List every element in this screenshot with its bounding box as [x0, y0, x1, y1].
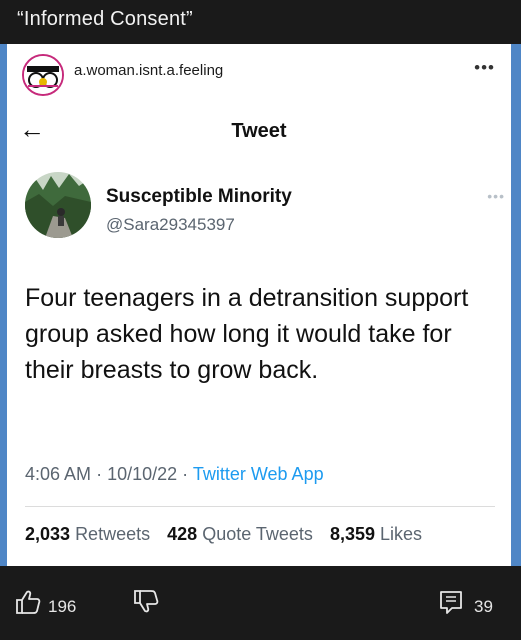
more-options-icon[interactable]: •••: [474, 58, 495, 78]
tweet-meta: 4:06 AM · 10/10/22 · Twitter Web App: [25, 464, 324, 485]
profile-photo-icon: [25, 172, 91, 238]
tweet-page-title: Tweet: [231, 120, 287, 142]
post-title: “Informed Consent”: [17, 8, 193, 30]
meta-separator: ·: [96, 464, 103, 484]
tweet-avatar[interactable]: [25, 172, 91, 238]
tweet-more-icon[interactable]: •••: [487, 188, 505, 204]
post-title-bar: “Informed Consent”: [0, 0, 521, 44]
quotes-stat[interactable]: 428 Quote Tweets: [167, 524, 319, 544]
thumbs-down-icon: [134, 590, 159, 613]
quotes-label: Quote Tweets: [202, 524, 313, 544]
display-name[interactable]: Susceptible Minority: [106, 186, 292, 208]
tweet-stats: 2,033 Retweets 428 Quote Tweets 8,359 Li…: [25, 524, 434, 545]
retweets-label: Retweets: [75, 524, 151, 544]
thumbs-up-icon: [16, 590, 41, 614]
tweet-text: Four teenagers in a detransition support…: [25, 284, 469, 384]
username[interactable]: @Sara29345397: [106, 215, 235, 235]
tweet-header: ← Tweet: [7, 106, 511, 152]
likes-stat[interactable]: 8,359 Likes: [330, 524, 428, 544]
instagram-handle[interactable]: a.woman.isnt.a.feeling: [74, 62, 223, 79]
upvote-button[interactable]: 196: [14, 588, 76, 621]
likes-count: 8,359: [329, 524, 375, 544]
instagram-avatar[interactable]: [22, 54, 64, 96]
meta-separator: ·: [182, 464, 189, 484]
comments-button[interactable]: 39: [436, 588, 493, 623]
avatar-logo-icon: [24, 56, 62, 94]
tweet-source[interactable]: Twitter Web App: [193, 464, 324, 484]
divider: [25, 506, 495, 507]
post-image: a.woman.isnt.a.feeling ••• ← Tweet Susce…: [0, 44, 521, 604]
tweet-time: 4:06 AM: [25, 464, 92, 484]
retweets-stat[interactable]: 2,033 Retweets: [25, 524, 156, 544]
quotes-count: 428: [167, 524, 198, 544]
downvote-button[interactable]: [132, 588, 160, 621]
comment-icon: [440, 591, 462, 614]
comment-count: 39: [474, 597, 493, 616]
upvote-count: 196: [48, 597, 77, 616]
instagram-header: a.woman.isnt.a.feeling •••: [7, 44, 511, 102]
retweets-count: 2,033: [25, 524, 71, 544]
likes-label: Likes: [380, 524, 423, 544]
screenshot-card: a.woman.isnt.a.feeling ••• ← Tweet Susce…: [7, 44, 511, 566]
tweet-date[interactable]: 10/10/22: [107, 464, 177, 484]
post-action-bar: 196 39: [0, 566, 521, 640]
